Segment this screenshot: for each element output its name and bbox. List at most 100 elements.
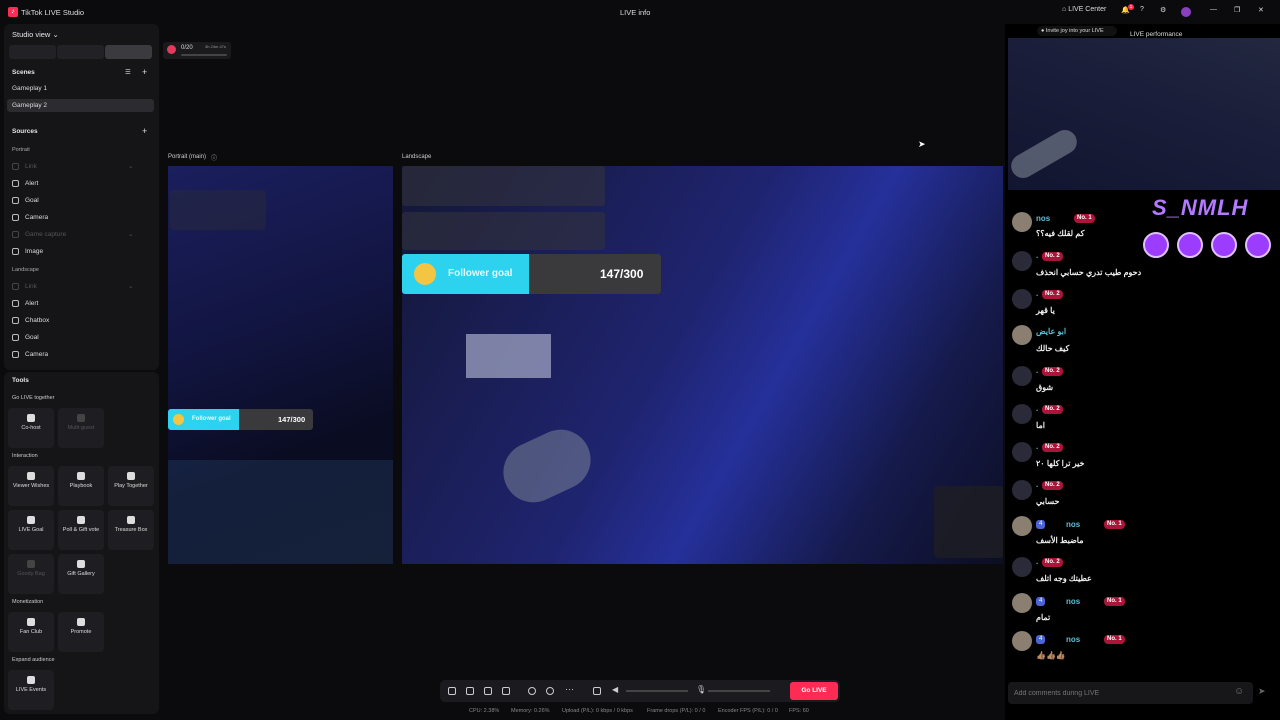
interaction-label: Interaction (12, 453, 38, 459)
screen-icon[interactable] (466, 687, 474, 695)
tab-portrait-view[interactable] (9, 45, 56, 59)
source-goal[interactable]: Goal (25, 334, 39, 341)
goal-title: Follower goal (448, 268, 513, 279)
treasure-box-button[interactable]: Treasure Box (108, 510, 154, 550)
chat-message: 4 nos No. 1 ماضبط الأسف (1012, 516, 1272, 548)
memory-stat: Memory: 0.26% (511, 708, 550, 714)
help-icon[interactable]: ? (1140, 6, 1144, 13)
chat-text: شوق (1036, 383, 1054, 392)
add-source-icon[interactable]: + (142, 126, 147, 136)
close-icon[interactable]: ✕ (1258, 6, 1264, 14)
rank-badge: No. 1 (1104, 635, 1125, 644)
landscape-canvas[interactable] (402, 166, 1003, 564)
cohost-button[interactable]: Co-host (8, 408, 54, 448)
live-goal-button[interactable]: LIVE Goal (8, 510, 54, 550)
source-goal[interactable]: Goal (25, 197, 39, 204)
microphone-icon[interactable]: 🎙 (696, 685, 706, 694)
target-icon[interactable] (546, 687, 554, 695)
scenes-list-icon[interactable]: ☰ (125, 68, 131, 76)
live-performance-link[interactable]: LIVE performance (1130, 31, 1182, 38)
chat-username: . (1036, 557, 1039, 566)
source-image[interactable]: Image (25, 248, 43, 255)
alert-placeholder[interactable] (402, 166, 605, 206)
level-badge: 4 (1036, 597, 1046, 606)
microphone-object (1006, 125, 1082, 183)
title-bar: ♪ TikTok LIVE Studio LIVE info ⌂ LIVE Ce… (0, 0, 1280, 24)
settings-gear-icon[interactable]: ⚙ (1160, 6, 1166, 14)
chat-username: ابو عايض (1036, 327, 1067, 336)
info-icon[interactable]: ⓘ (211, 153, 217, 162)
add-media-icon[interactable] (502, 687, 510, 695)
source-camera[interactable]: Camera (25, 351, 48, 358)
goody-bag-button[interactable]: Goody Bag (8, 554, 54, 594)
maximize-icon[interactable]: ❐ (1234, 6, 1240, 14)
more-icon[interactable]: ⋯ (565, 684, 574, 695)
chevron-down-icon[interactable]: ⌄ (128, 230, 133, 238)
chat-message: . No. 2 دحوم طيب تدري حسابي انحذف (1012, 251, 1272, 281)
live-events-button[interactable]: LIVE Events (8, 670, 54, 710)
minimize-icon[interactable]: — (1210, 6, 1217, 13)
source-camera[interactable]: Camera (25, 214, 48, 221)
play-together-icon (127, 472, 135, 480)
frame-drops-stat: Frame drops (P/L): 0 / 0 (647, 708, 706, 714)
scene-gameplay-1[interactable]: Gameplay 1 (7, 82, 154, 95)
source-alert[interactable]: Alert (25, 180, 38, 187)
portrait-follower-goal[interactable]: Follower goal 147/300 (168, 409, 313, 430)
replay-icon[interactable] (484, 687, 492, 695)
chevron-down-icon[interactable]: ⌄ (128, 162, 133, 170)
studio-view-dropdown[interactable]: Studio view ⌄ (12, 30, 59, 39)
chat-message: . No. 2 شوق (1012, 366, 1272, 396)
fan-club-button[interactable]: Fan Club (8, 612, 54, 652)
microphone-object (493, 419, 601, 513)
speaker-volume-slider[interactable] (626, 690, 688, 692)
tab-dual-view[interactable] (105, 45, 152, 59)
portrait-canvas[interactable] (168, 166, 393, 564)
mic-volume-slider[interactable] (708, 690, 770, 692)
goal-value: 147/300 (278, 415, 306, 424)
go-live-button[interactable]: Go LIVE (790, 682, 838, 700)
gift-goal-widget[interactable]: 0/20 3h 24m 47s (163, 42, 231, 59)
cohost-icon (27, 414, 35, 422)
speaker-icon[interactable]: ◀ (612, 685, 618, 694)
comment-input[interactable] (1014, 686, 1224, 700)
mouse-cursor-icon: ➤ (918, 139, 926, 149)
mixer-icon[interactable] (593, 687, 601, 695)
source-game-capture[interactable]: Game capture (25, 231, 66, 238)
chat-message: . No. 2 يا قهر (1012, 289, 1272, 319)
gift-gallery-button[interactable]: Gift Gallery (58, 554, 104, 594)
add-scene-icon[interactable]: + (142, 67, 147, 77)
landscape-follower-goal[interactable]: Follower goal 147/300 (402, 254, 661, 294)
chatbox-area[interactable] (168, 460, 393, 564)
goal-icon (12, 197, 19, 204)
source-alert[interactable]: Alert (25, 300, 38, 307)
chat-placeholder[interactable] (402, 212, 605, 250)
record-icon[interactable] (528, 687, 536, 695)
live-info-title[interactable]: LIVE info (620, 8, 650, 17)
viewer-wishes-button[interactable]: Viewer Wishes (8, 466, 54, 506)
source-chatbox[interactable]: Chatbox (25, 317, 49, 324)
promote-button[interactable]: Promote (58, 612, 104, 652)
send-icon[interactable]: ➤ (1258, 686, 1266, 697)
chat-text: 👍🏽👍🏽👍🏽 (1036, 651, 1066, 660)
live-center-label: LIVE Center (1068, 6, 1107, 13)
goal-icon (12, 334, 19, 341)
magic-tool-icon[interactable] (448, 687, 456, 695)
tab-landscape-view[interactable] (57, 45, 104, 59)
camera-preview (1006, 38, 1280, 190)
playbook-button[interactable]: Playbook (58, 466, 104, 506)
play-together-button[interactable]: Play Together (108, 466, 154, 506)
camera-placeholder[interactable] (934, 486, 1003, 558)
multiguest-button[interactable]: Multi-guest (58, 408, 104, 448)
portrait-main-label: Portrait (main) (168, 154, 207, 160)
chat-username: . (1036, 442, 1039, 451)
emoji-icon[interactable]: ☺ (1234, 686, 1244, 697)
scene-gameplay-2[interactable]: Gameplay 2 (7, 99, 154, 112)
poll-gift-vote-button[interactable]: Poll & Gift vote (58, 510, 104, 550)
invite-tip[interactable]: ● Invite joy into your LIVE (1037, 26, 1117, 36)
live-center-link[interactable]: ⌂ LIVE Center (1062, 6, 1106, 13)
avatar[interactable] (1181, 7, 1191, 17)
source-link[interactable]: Link (25, 283, 37, 290)
chevron-down-icon[interactable]: ⌄ (128, 282, 133, 290)
source-link[interactable]: Link (25, 163, 37, 170)
alert-placeholder[interactable] (170, 190, 266, 230)
